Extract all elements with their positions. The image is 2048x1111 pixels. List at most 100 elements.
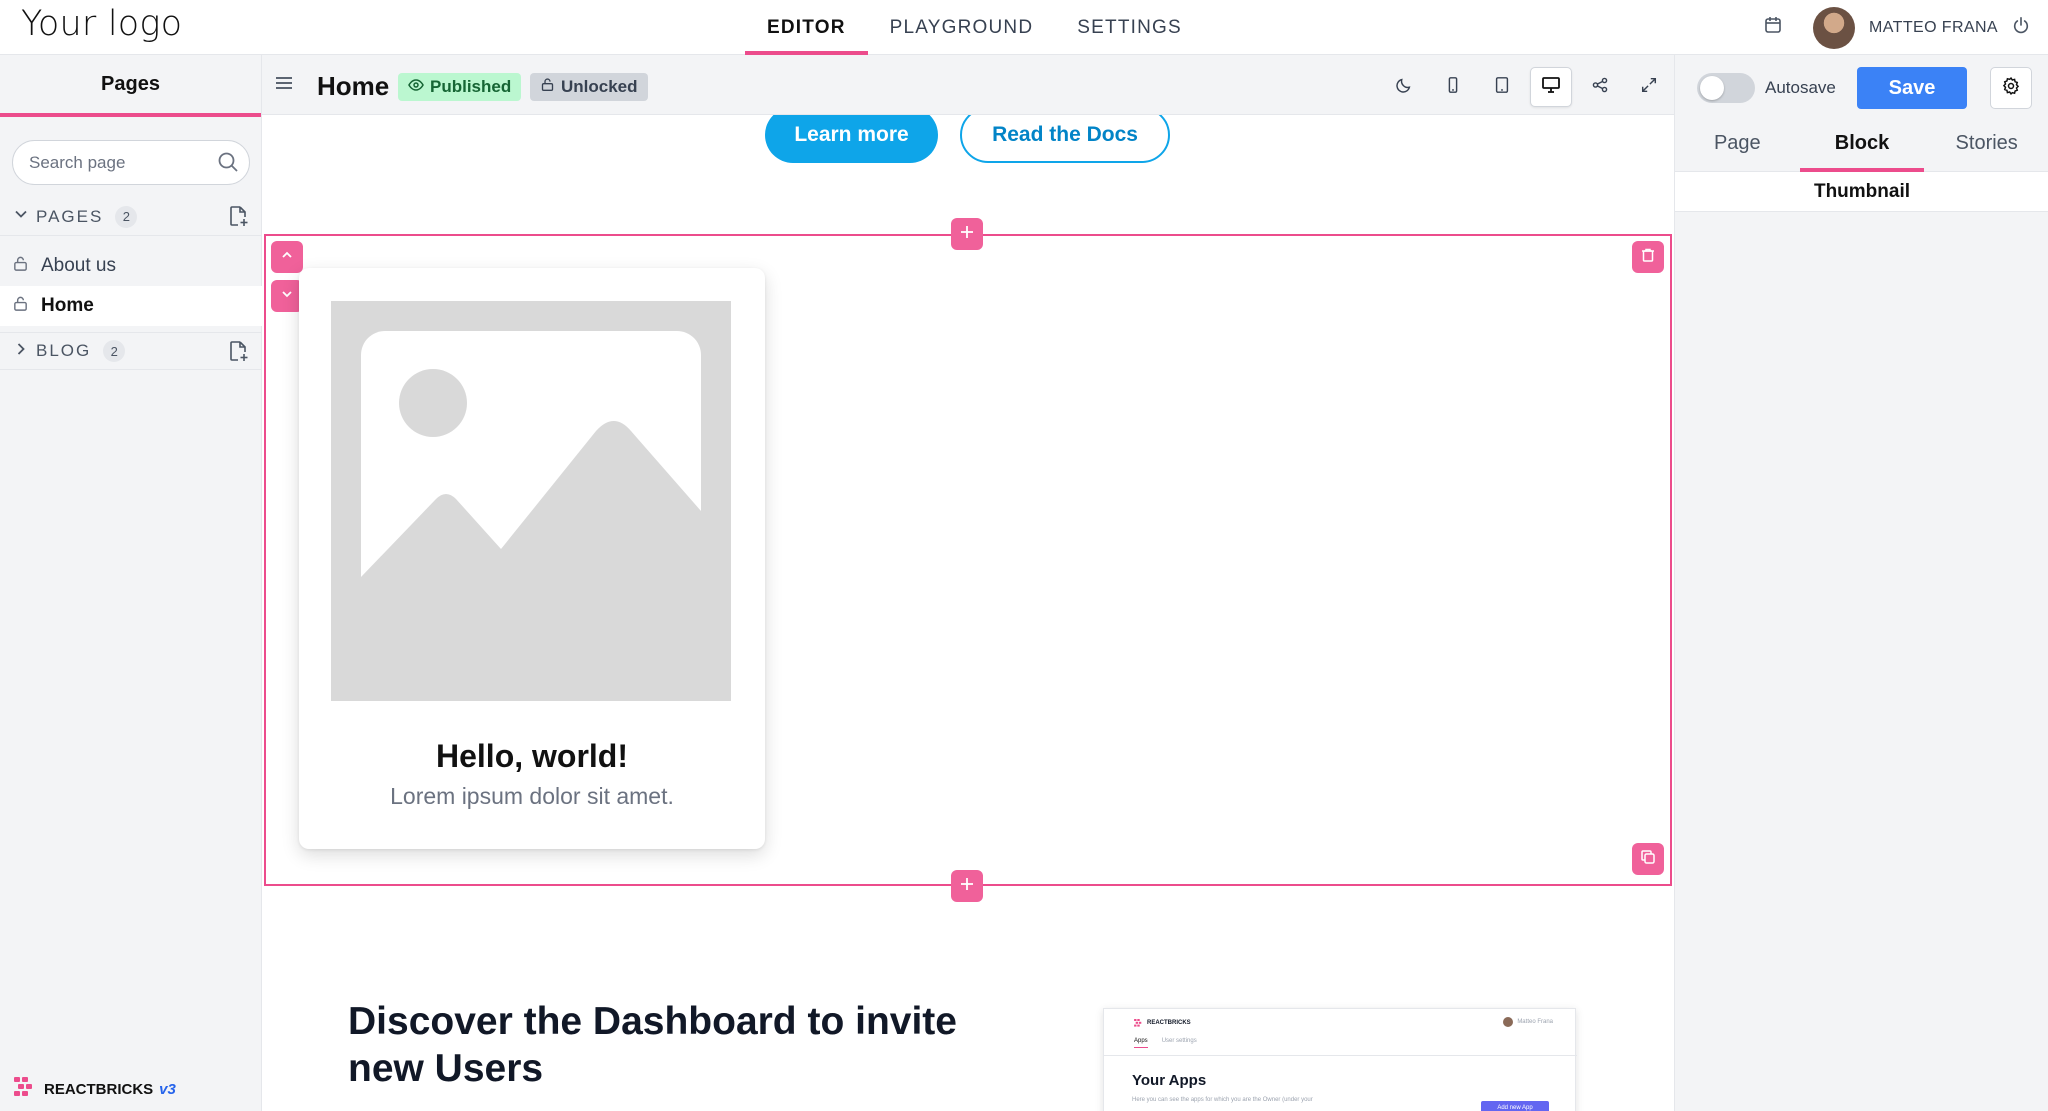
- lock-open-icon: [540, 77, 555, 97]
- desktop-view-button[interactable]: [1530, 67, 1572, 107]
- published-badge[interactable]: Published: [398, 73, 522, 101]
- screenshot-brand-name: REACTBRICKS: [1147, 1020, 1191, 1026]
- count-badge: 2: [115, 205, 138, 228]
- tab-page[interactable]: Page: [1675, 115, 1800, 171]
- card-text[interactable]: Lorem ipsum dolor sit amet.: [299, 783, 765, 810]
- screenshot-user: Matteo Frana: [1503, 1017, 1553, 1027]
- reactbricks-logo-icon: [1134, 1019, 1142, 1027]
- autosave-toggle[interactable]: [1697, 73, 1755, 103]
- main-tabs: EDITOR PLAYGROUND SETTINGS: [745, 0, 1204, 55]
- brand-version: v3: [159, 1080, 176, 1098]
- group-label: PAGES: [36, 206, 104, 226]
- tab-stories[interactable]: Stories: [1924, 115, 2048, 171]
- hamburger-menu-icon[interactable]: [274, 73, 294, 98]
- screenshot-user-name: Matteo Frana: [1517, 1019, 1553, 1025]
- plus-icon: [959, 876, 975, 897]
- delete-block-button[interactable]: [1632, 241, 1664, 273]
- duplicate-icon: [1640, 849, 1656, 870]
- section-heading[interactable]: Discover the Dashboard to invite new Use…: [348, 998, 1028, 1092]
- search-input[interactable]: [29, 152, 219, 173]
- card-title[interactable]: Hello, world!: [299, 738, 765, 775]
- divider: [1104, 1055, 1577, 1056]
- gear-icon: [2001, 76, 2021, 101]
- trash-icon: [1640, 247, 1656, 268]
- logo[interactable]: Your logo: [21, 4, 182, 44]
- screenshot-text: Here you can see the apps for which you …: [1132, 1097, 1313, 1103]
- pages-sidebar: Pages PAGES 2 About us Home BLOG 2: [0, 55, 262, 1111]
- move-up-button[interactable]: [271, 241, 303, 273]
- read-docs-button[interactable]: Read the Docs: [960, 115, 1170, 163]
- brand-name: REACTBRICKS: [44, 1080, 154, 1098]
- autosave-label: Autosave: [1765, 78, 1836, 97]
- page-item-about-us[interactable]: About us: [0, 246, 262, 286]
- pages-group-header[interactable]: PAGES 2: [0, 198, 262, 236]
- top-nav: Your logo EDITOR PLAYGROUND SETTINGS MAT…: [0, 0, 2048, 55]
- chevron-down-icon: [280, 287, 294, 306]
- learn-more-button[interactable]: Learn more: [765, 115, 938, 163]
- search-box: [12, 140, 250, 185]
- tab-block[interactable]: Block: [1799, 115, 1925, 172]
- save-button[interactable]: Save: [1857, 67, 1967, 109]
- block-name: Thumbnail: [1675, 172, 2048, 212]
- image-placeholder-icon: [361, 331, 701, 701]
- tab-editor[interactable]: EDITOR: [745, 0, 868, 55]
- settings-button[interactable]: [1990, 67, 2032, 109]
- image-placeholder[interactable]: [331, 301, 731, 701]
- avatar: [1503, 1017, 1514, 1027]
- sidebar-title: Pages: [0, 55, 261, 117]
- autosave-control: Autosave: [1697, 73, 1836, 103]
- add-block-above-button[interactable]: [951, 218, 983, 250]
- expand-icon: [1640, 76, 1658, 99]
- share-button[interactable]: [1579, 67, 1621, 107]
- dashboard-screenshot: REACTBRICKS Matteo Frana Apps User setti…: [1103, 1008, 1577, 1111]
- chevron-down-icon[interactable]: [14, 207, 28, 226]
- status-label: Published: [430, 77, 512, 96]
- lock-open-icon: [12, 255, 29, 278]
- device-toolbar: [1383, 67, 1670, 107]
- power-icon[interactable]: [2012, 16, 2030, 39]
- panel-tabs: Page Block Stories: [1675, 115, 2048, 172]
- count-badge: 2: [103, 340, 126, 362]
- mobile-icon: [1444, 76, 1462, 99]
- editor-toolbar: Home Published Unlocked: [262, 55, 1674, 115]
- tablet-icon: [1493, 76, 1511, 99]
- add-page-icon[interactable]: [226, 339, 250, 368]
- user-area: MATTEO FRANA: [1763, 0, 2030, 55]
- screenshot-tab: User settings: [1161, 1038, 1197, 1044]
- tab-playground[interactable]: PLAYGROUND: [868, 0, 1056, 55]
- screenshot-tabs: Apps User settings: [1134, 1038, 1197, 1048]
- desktop-icon: [1541, 75, 1561, 100]
- user-name: MATTEO FRANA: [1869, 18, 1998, 36]
- duplicate-block-button[interactable]: [1632, 843, 1664, 875]
- eye-icon: [408, 77, 424, 98]
- page-item-home[interactable]: Home: [0, 286, 262, 326]
- avatar[interactable]: [1813, 6, 1856, 49]
- moon-icon: [1395, 76, 1413, 99]
- properties-panel: Autosave Save Page Block Stories Thumbna…: [1674, 55, 2048, 1111]
- lock-label: Unlocked: [561, 77, 638, 96]
- group-label: BLOG: [36, 341, 92, 360]
- mobile-view-button[interactable]: [1432, 67, 1474, 107]
- unlocked-badge[interactable]: Unlocked: [530, 73, 648, 101]
- page-title: Home: [317, 71, 390, 101]
- calendar-icon[interactable]: [1763, 15, 1783, 40]
- plus-icon: [959, 224, 975, 245]
- search-icon[interactable]: [217, 151, 239, 178]
- editor-canvas: Learn more Read the Docs Hello, world! L…: [262, 115, 1674, 1111]
- thumbnail-card[interactable]: Hello, world! Lorem ipsum dolor sit amet…: [299, 268, 765, 849]
- fullscreen-button[interactable]: [1628, 67, 1670, 107]
- share-icon: [1591, 76, 1609, 99]
- add-block-below-button[interactable]: [951, 870, 983, 902]
- tab-settings[interactable]: SETTINGS: [1055, 0, 1204, 55]
- dark-mode-button[interactable]: [1383, 67, 1425, 107]
- page-item-label: About us: [41, 255, 116, 276]
- reactbricks-logo-icon: [14, 1077, 36, 1101]
- add-page-icon[interactable]: [226, 204, 250, 233]
- lock-open-icon: [12, 295, 29, 318]
- blog-group-header[interactable]: BLOG 2: [0, 332, 262, 370]
- tablet-view-button[interactable]: [1481, 67, 1523, 107]
- chevron-right-icon[interactable]: [14, 342, 28, 361]
- page-item-label: Home: [41, 295, 94, 316]
- chevron-up-icon: [280, 248, 294, 267]
- screenshot-tab: Apps: [1134, 1038, 1148, 1048]
